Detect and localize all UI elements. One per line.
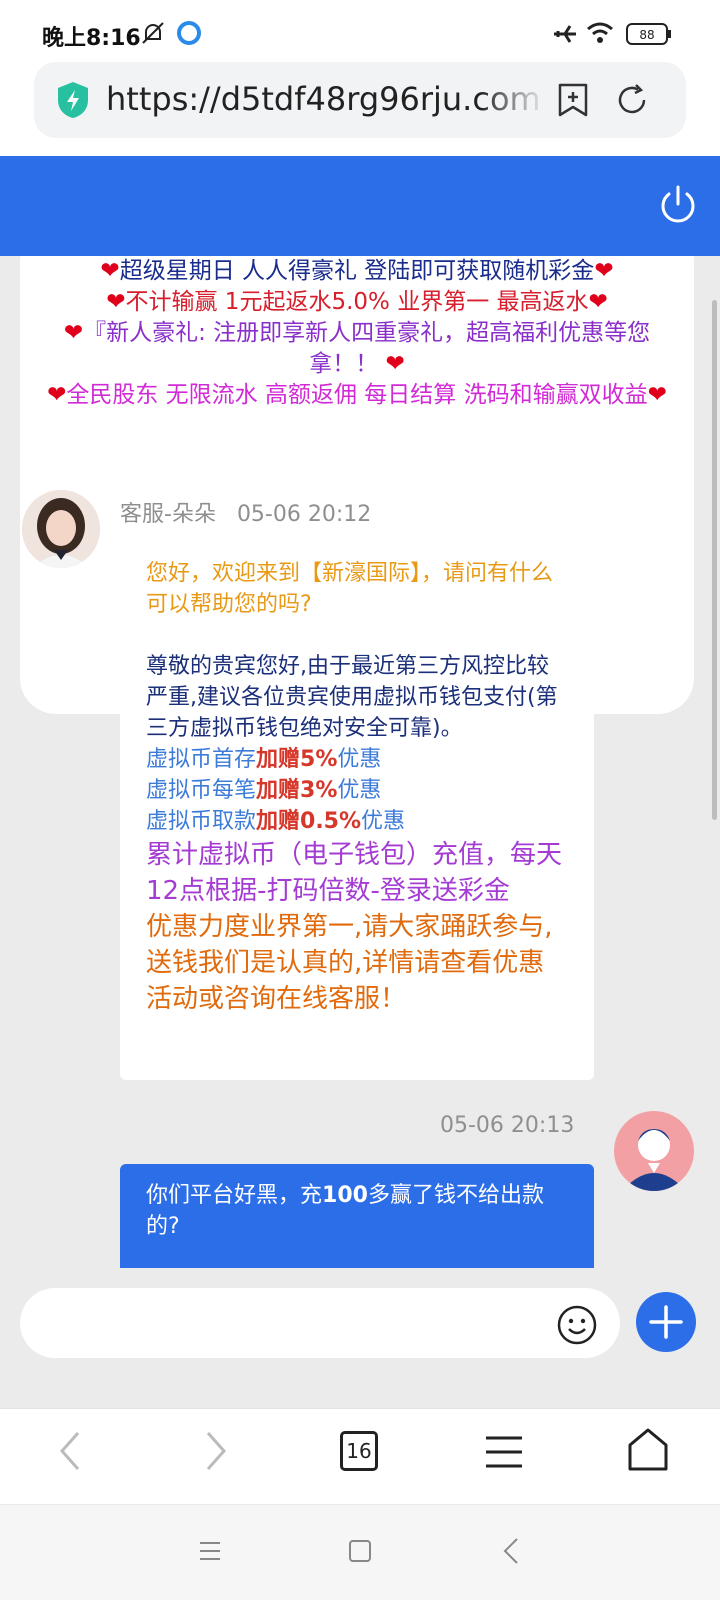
bonus-line: 虚拟币每笔加赠3%优惠	[146, 778, 382, 803]
agent-time: 05-06 20:12	[236, 502, 372, 527]
bookmark-add-icon[interactable]	[556, 82, 590, 118]
heart-icon: ❤	[647, 382, 667, 408]
status-bar: 晚上8:16 88	[0, 0, 720, 62]
message-input[interactable]	[20, 1288, 620, 1358]
url-text[interactable]: https://d5tdf48rg96rju.com	[106, 80, 546, 118]
accumulate-text: 累计虚拟币（电子钱包）充值，每天12点根据-打码倍数-登录送彩金	[146, 840, 563, 906]
plus-button[interactable]	[636, 1292, 696, 1352]
app-icon	[177, 21, 201, 45]
heart-icon: ❤	[378, 351, 405, 377]
heart-icon: ❤	[588, 289, 608, 315]
greeting-text: 您好，欢迎来到【新濠国际】，请问有什么可以帮助您的吗?	[146, 561, 554, 617]
agent-avatar[interactable]	[22, 490, 100, 568]
bonus-line: 虚拟币首存加赠5%优惠	[146, 747, 382, 772]
home-square-icon[interactable]	[348, 1539, 372, 1563]
my-message-time: 05-06 20:13	[440, 1113, 575, 1138]
power-icon[interactable]	[658, 184, 698, 226]
forward-icon[interactable]	[202, 1429, 230, 1473]
tabs-icon[interactable]: 16	[340, 1431, 378, 1471]
promo-line: ❤『新人豪礼: 注册即享新人四重豪礼，超高福利优惠等您拿！！ ❤	[63, 320, 651, 377]
agent-meta: 客服-朵朵 05-06 20:12	[120, 496, 371, 528]
browser-bottom-nav: 16	[0, 1408, 720, 1504]
address-bar[interactable]: https://d5tdf48rg96rju.com	[34, 62, 686, 138]
battery-level: 88	[639, 28, 654, 42]
bonus-line: 虚拟币取款加赠0.5%优惠	[146, 809, 406, 834]
heart-icon: ❤	[47, 382, 67, 408]
airplane-icon	[554, 25, 576, 43]
system-nav-bar	[0, 1504, 720, 1600]
wifi-icon	[587, 22, 613, 43]
promo-line: ❤不计输赢 1元起返水5.0% 业界第一 最高返水❤	[106, 289, 608, 315]
back-icon[interactable]	[56, 1429, 84, 1473]
agent-photo-icon	[22, 490, 100, 568]
plus-icon	[649, 1305, 683, 1339]
refresh-icon[interactable]	[614, 82, 650, 118]
promo-line: ❤全民股东 无限流水 高额返佣 每日结算 洗码和输赢双收益❤	[47, 382, 667, 408]
home-icon[interactable]	[626, 1427, 670, 1473]
battery-icon: 88	[626, 23, 671, 45]
heart-icon: ❤	[594, 258, 614, 284]
heart-icon: ❤	[106, 289, 126, 315]
back-triangle-icon[interactable]	[502, 1537, 520, 1565]
my-message-bubble: 你们平台好黑，充100多赢了钱不给出款的?	[120, 1164, 594, 1268]
heart-icon: ❤	[63, 320, 84, 346]
promotion-text: 优惠力度业界第一,请大家踊跃参与,送钱我们是认真的,详情请查看优惠活动或咨询在线…	[146, 912, 553, 1014]
emoji-icon[interactable]	[556, 1304, 598, 1346]
browser-toolbar: https://d5tdf48rg96rju.com	[0, 62, 720, 156]
tab-count: 16	[346, 1439, 372, 1463]
user-avatar[interactable]	[614, 1111, 694, 1191]
mute-bell-icon	[142, 22, 164, 44]
menu-icon[interactable]	[484, 1435, 524, 1469]
agent-message-bubble: 您好，欢迎来到【新濠国际】，请问有什么可以帮助您的吗? 尊敬的贵宾您好,由于最近…	[120, 542, 594, 1080]
user-avatar-icon	[622, 1129, 686, 1191]
chat-scrollbar[interactable]	[712, 300, 717, 820]
promo-line: ❤超级星期日 人人得豪礼 登陆即可获取随机彩金❤	[100, 258, 614, 284]
notice-text: 尊敬的贵宾您好,由于最近第三方风控比较严重,建议各位贵宾使用虚拟币钱包支付(第三…	[146, 654, 558, 741]
shield-icon	[58, 82, 88, 118]
heart-icon: ❤	[100, 258, 120, 284]
chat-header	[0, 156, 720, 256]
chat-area[interactable]: ❤超级星期日 人人得豪礼 登陆即可获取随机彩金❤ ❤不计输赢 1元起返水5.0%…	[0, 256, 720, 1268]
agent-name: 客服-朵朵	[120, 502, 216, 527]
status-time: 晚上8:16	[42, 26, 141, 51]
message-input-area	[0, 1268, 720, 1408]
recents-icon[interactable]	[198, 1539, 222, 1563]
